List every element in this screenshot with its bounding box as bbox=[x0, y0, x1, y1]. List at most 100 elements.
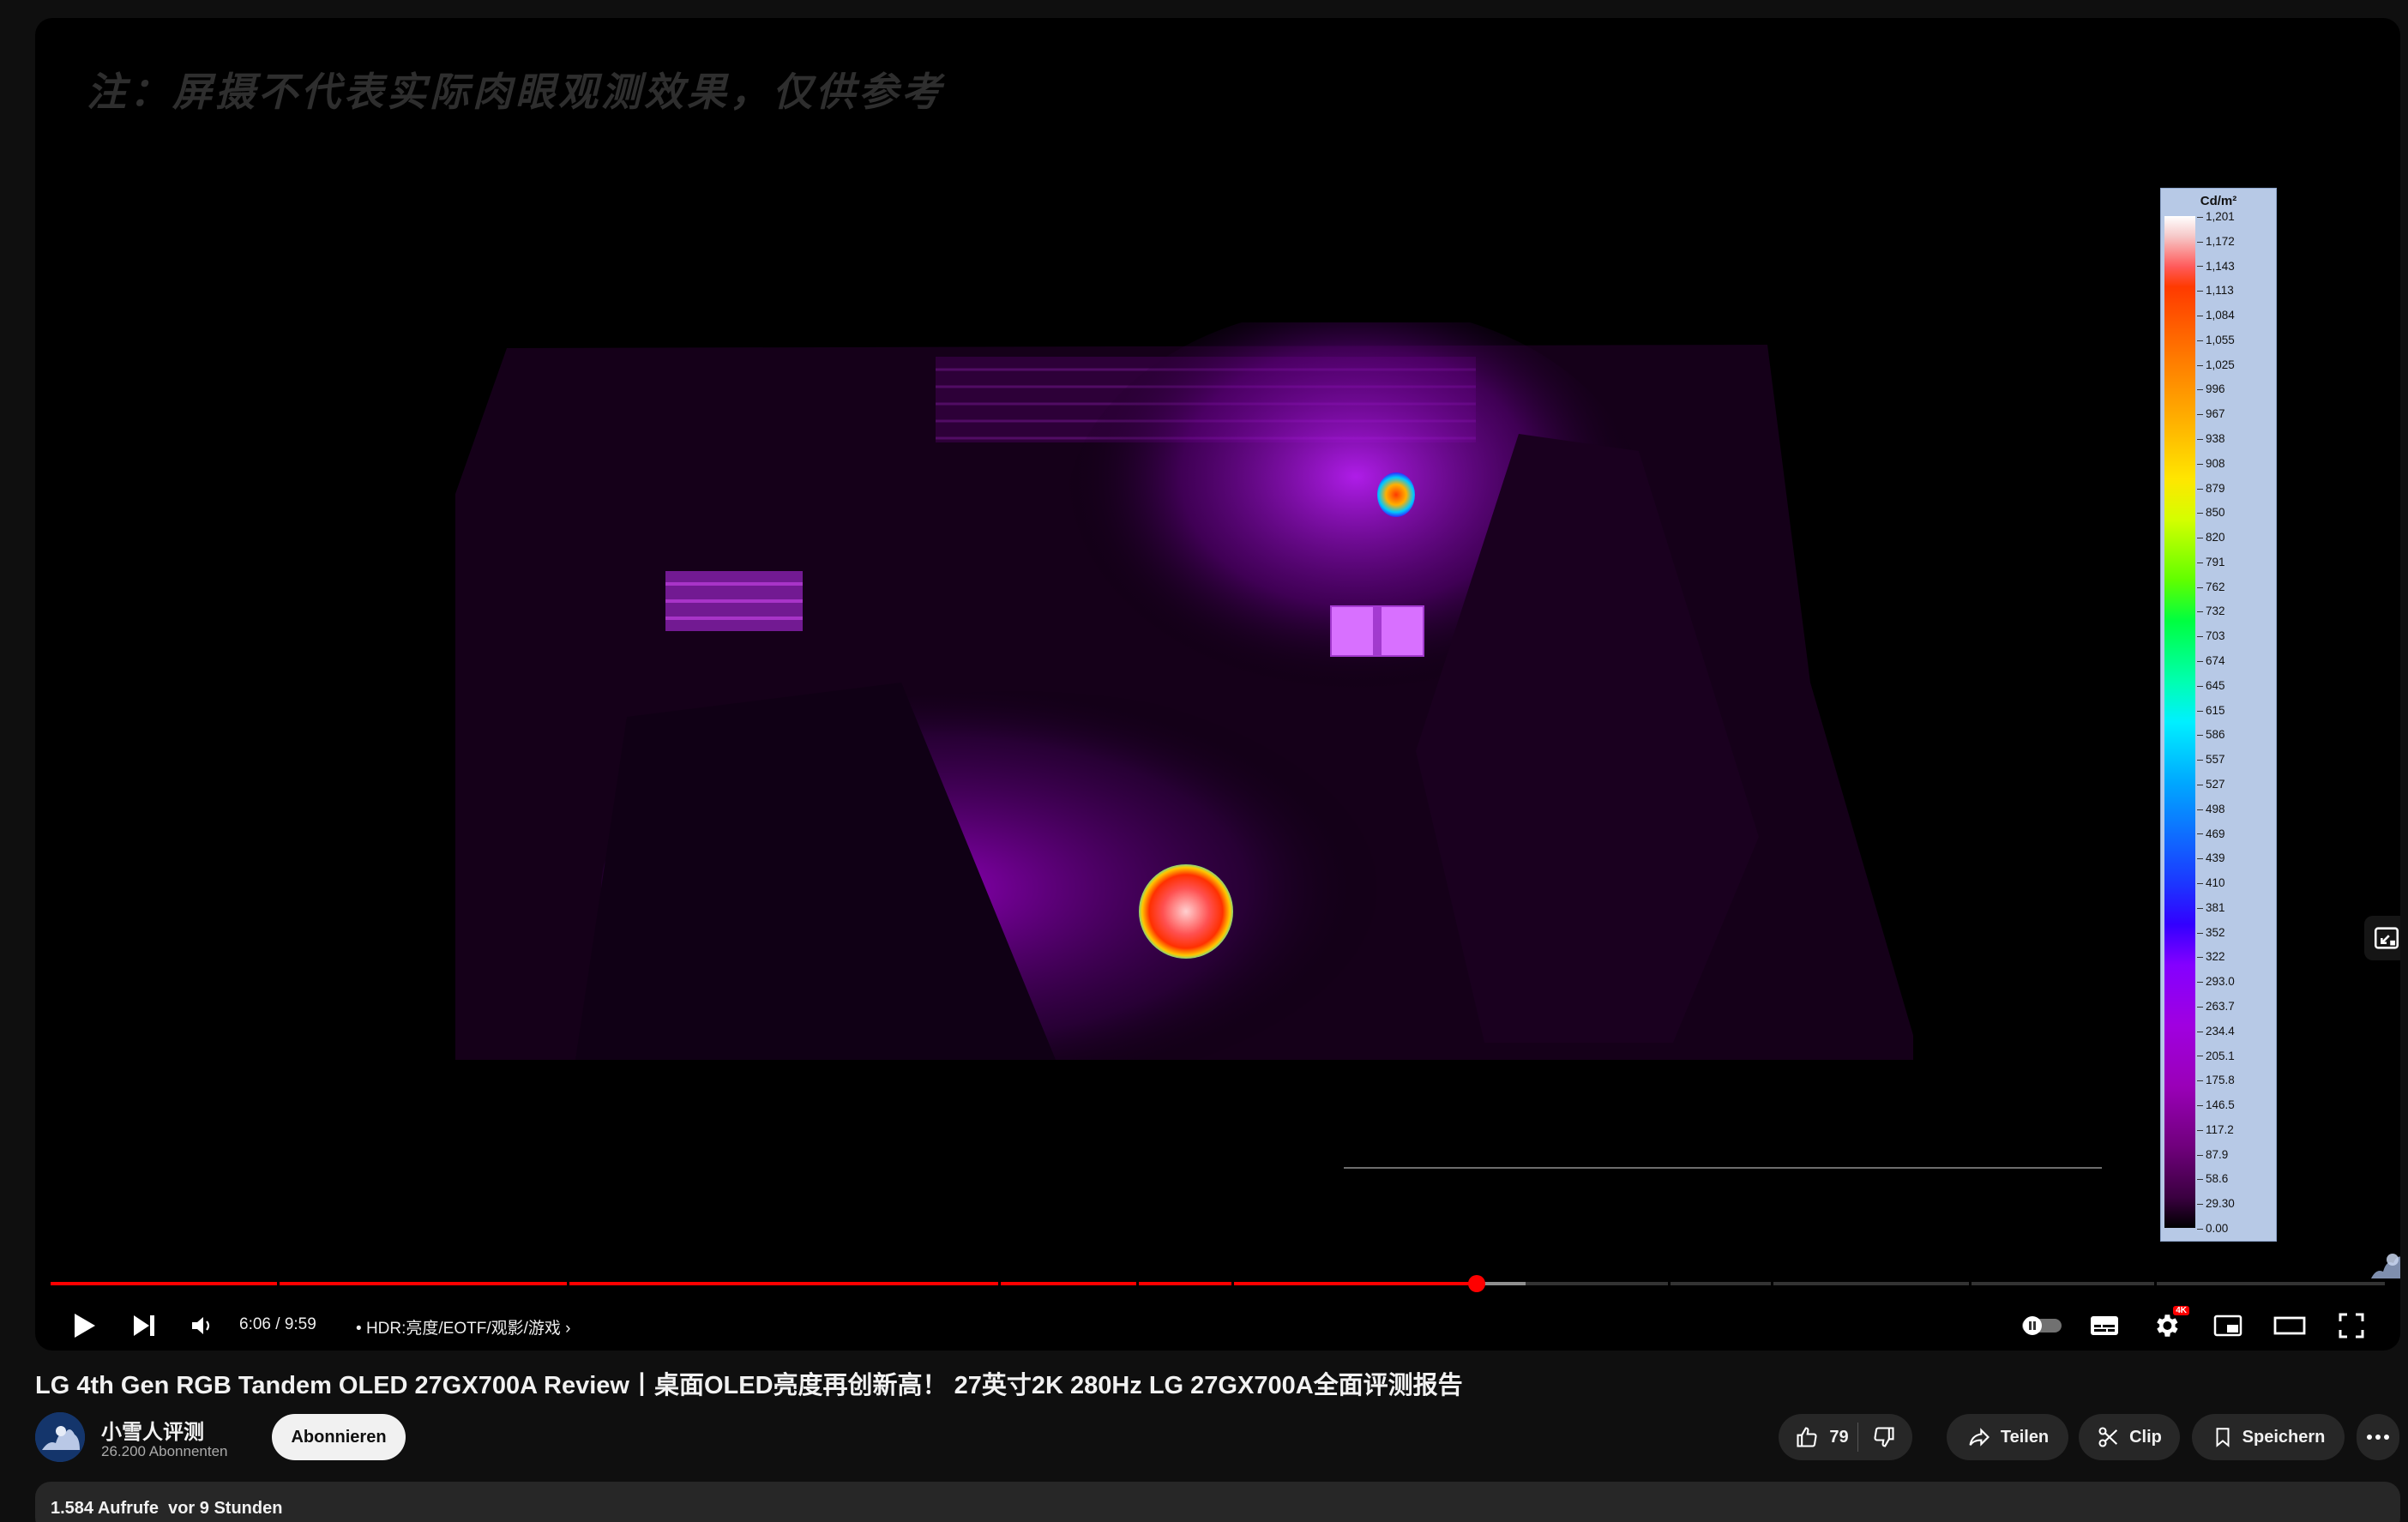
skip-next-icon bbox=[134, 1315, 154, 1336]
color-scale-tick: 1,025 bbox=[2197, 358, 2235, 371]
like-button[interactable]: 79 bbox=[1795, 1423, 1858, 1452]
divider-line bbox=[1344, 1167, 2102, 1169]
color-scale-tick: 645 bbox=[2197, 679, 2225, 692]
chapter-button[interactable]: • HDR:亮度/EOTF/观影/游戏 › bbox=[356, 1315, 571, 1339]
color-scale-tick: 234.4 bbox=[2197, 1025, 2235, 1038]
miniplayer-expand-icon[interactable] bbox=[2364, 916, 2400, 960]
color-scale-tick: 293.0 bbox=[2197, 976, 2235, 988]
gear-icon bbox=[2157, 1314, 2178, 1337]
chapter-separator: • bbox=[356, 1320, 366, 1338]
chapter-marker bbox=[1231, 1282, 1235, 1285]
color-scale-tick: 117.2 bbox=[2197, 1123, 2234, 1136]
chevron-right-icon: › bbox=[560, 1320, 571, 1338]
more-actions-button[interactable] bbox=[2357, 1414, 2399, 1460]
color-scale-tick: 762 bbox=[2197, 581, 2225, 593]
save-label: Speichern bbox=[2242, 1427, 2326, 1447]
upload-age: vor 9 Stunden bbox=[168, 1499, 283, 1518]
fullscreen-icon bbox=[2339, 1313, 2364, 1339]
mute-button[interactable] bbox=[178, 1302, 227, 1349]
subscribe-button[interactable]: Abonnieren bbox=[272, 1414, 406, 1460]
color-scale-tick: 1,084 bbox=[2197, 310, 2235, 322]
video-title: LG 4th Gen RGB Tandem OLED 27GX700A Revi… bbox=[35, 1372, 1463, 1399]
channel-avatar[interactable] bbox=[35, 1412, 85, 1462]
color-scale-tick: 205.1 bbox=[2197, 1050, 2235, 1062]
subtitles-icon bbox=[2091, 1316, 2118, 1335]
color-scale-tick: 938 bbox=[2197, 433, 2225, 445]
play-icon bbox=[75, 1314, 95, 1338]
theater-mode-icon bbox=[2273, 1316, 2306, 1335]
share-icon bbox=[1969, 1428, 1990, 1447]
color-scale-tick: 527 bbox=[2197, 778, 2225, 791]
miniplayer-icon bbox=[2213, 1314, 2242, 1337]
color-scale-tick: 1,055 bbox=[2197, 334, 2235, 346]
color-scale-tick: 0.00 bbox=[2197, 1223, 2228, 1235]
clip-button[interactable]: Clip bbox=[2079, 1414, 2180, 1460]
autoplay-toggle-icon bbox=[2022, 1316, 2062, 1335]
color-scale-tick: 322 bbox=[2197, 951, 2225, 963]
color-scale-tick: 557 bbox=[2197, 754, 2225, 766]
progress-played bbox=[51, 1282, 1477, 1285]
video-frame-heatmap bbox=[455, 322, 1913, 1060]
time-display: 6:06 / 9:59 bbox=[239, 1315, 316, 1333]
color-scale-tick: 820 bbox=[2197, 532, 2225, 544]
play-button[interactable] bbox=[59, 1302, 109, 1349]
like-count: 79 bbox=[1829, 1427, 1849, 1447]
thumbs-down-icon bbox=[1874, 1427, 1894, 1447]
view-count: 1.584 Aufrufe bbox=[51, 1499, 159, 1518]
save-button[interactable]: Speichern bbox=[2192, 1414, 2345, 1460]
color-scale-tick: 1,113 bbox=[2197, 285, 2234, 297]
color-scale-tick: 586 bbox=[2197, 729, 2225, 741]
chapter-marker bbox=[2153, 1282, 2157, 1285]
channel-watermark-logo[interactable] bbox=[2368, 1242, 2400, 1284]
color-scale-tick: 879 bbox=[2197, 482, 2225, 495]
color-scale-tick: 1,172 bbox=[2197, 235, 2235, 248]
description-meta: 1.584 Aufrufe vor 9 Stunden bbox=[51, 1499, 282, 1519]
fullscreen-button[interactable] bbox=[2327, 1302, 2376, 1349]
subscriber-count: 26.200 Abonnenten bbox=[101, 1443, 228, 1459]
dislike-button[interactable] bbox=[1867, 1425, 1896, 1449]
autoplay-toggle[interactable] bbox=[2016, 1308, 2068, 1343]
next-button[interactable] bbox=[119, 1302, 169, 1349]
channel-name[interactable]: 小雪人评测 bbox=[101, 1415, 204, 1445]
color-scale-tick: 615 bbox=[2197, 704, 2225, 717]
progress-scrubber-handle[interactable] bbox=[1467, 1275, 1485, 1292]
color-scale-tick: 146.5 bbox=[2197, 1099, 2235, 1111]
color-scale-gradient bbox=[2164, 216, 2195, 1228]
color-scale-tick: 1,143 bbox=[2197, 260, 2235, 273]
hotspot-orb bbox=[1139, 864, 1233, 959]
color-scale-tick: 381 bbox=[2197, 901, 2225, 914]
progress-bar[interactable] bbox=[51, 1275, 2385, 1292]
video-overlay-note: 注：屏摄不代表实际肉眼观测效果，仅供参考 bbox=[87, 69, 944, 115]
color-scale-tick: 703 bbox=[2197, 630, 2225, 642]
clip-label: Clip bbox=[2129, 1427, 2162, 1447]
bookmark-icon bbox=[2216, 1428, 2230, 1447]
description-box[interactable]: 1.584 Aufrufe vor 9 Stunden bbox=[35, 1482, 2400, 1522]
youtube-watch-page: 注：屏摄不代表实际肉眼观测效果，仅供参考 Cd/m² 1,201 1,172 1… bbox=[0, 0, 2408, 1522]
chapter-marker bbox=[1969, 1282, 1972, 1285]
theater-mode-button[interactable] bbox=[2265, 1302, 2315, 1349]
video-player[interactable]: 注：屏摄不代表实际肉眼观测效果，仅供参考 Cd/m² 1,201 1,172 1… bbox=[35, 18, 2400, 1351]
scissors-icon bbox=[2098, 1427, 2118, 1447]
share-button[interactable]: Teilen bbox=[1947, 1414, 2068, 1460]
like-dislike-group: 79 bbox=[1779, 1414, 1912, 1460]
color-scale-tick: 674 bbox=[2197, 655, 2225, 667]
color-scale-tick: 996 bbox=[2197, 383, 2225, 395]
color-scale-tick: 908 bbox=[2197, 457, 2225, 470]
color-scale-tick: 58.6 bbox=[2197, 1173, 2228, 1185]
settings-button[interactable]: 4K bbox=[2141, 1302, 2191, 1349]
subtitles-button[interactable] bbox=[2080, 1302, 2129, 1349]
color-scale-unit: Cd/m² bbox=[2200, 194, 2237, 208]
chapter-marker bbox=[998, 1282, 1002, 1285]
volume-icon bbox=[192, 1317, 210, 1334]
color-scale-tick: 439 bbox=[2197, 852, 2225, 864]
chapter-marker bbox=[566, 1282, 569, 1285]
color-scale-tick: 1,201 bbox=[2197, 211, 2235, 223]
color-scale-tick: 732 bbox=[2197, 605, 2225, 617]
color-scale-tick: 263.7 bbox=[2197, 1000, 2235, 1013]
chapter-marker bbox=[1135, 1282, 1139, 1285]
hotspot-lamp bbox=[1377, 472, 1415, 517]
luminance-color-scale: Cd/m² 1,201 1,172 1,143 1,113 1,084 1,055 1,02… bbox=[2160, 188, 2277, 1242]
chapter-marker bbox=[1771, 1282, 1774, 1285]
quality-badge: 4K bbox=[2173, 1306, 2189, 1315]
miniplayer-button[interactable] bbox=[2203, 1302, 2253, 1349]
